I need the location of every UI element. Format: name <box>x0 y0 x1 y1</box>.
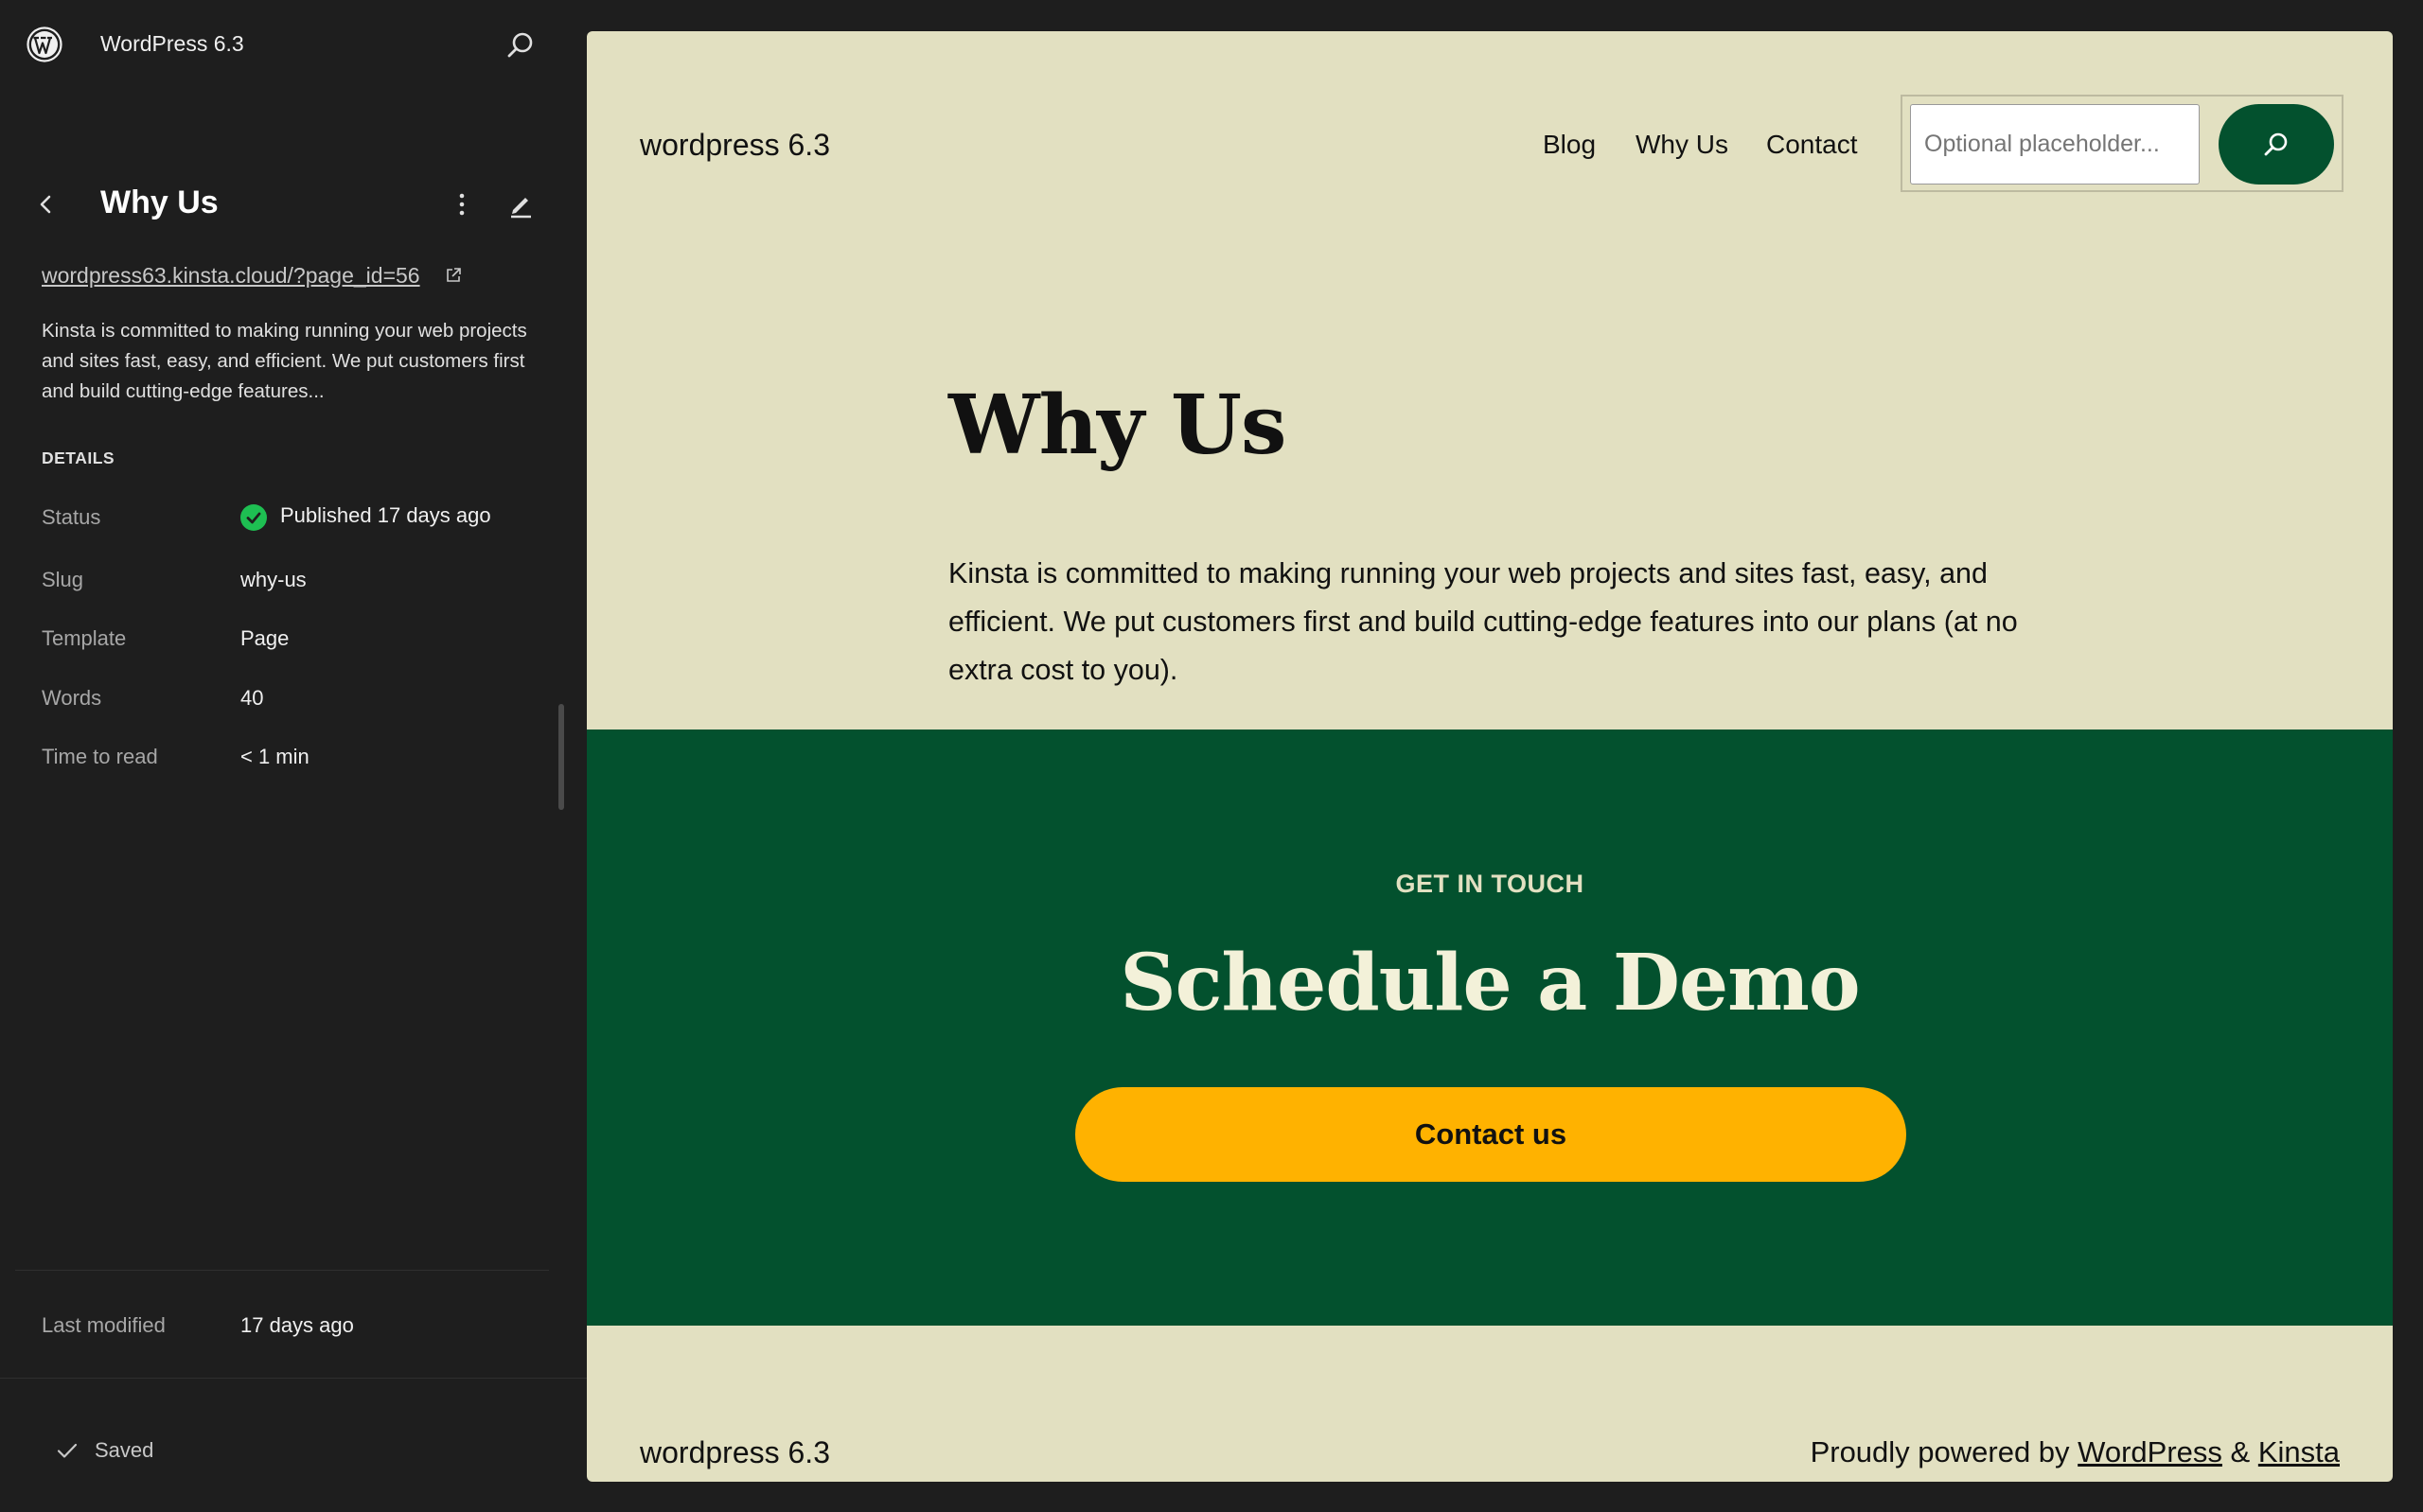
more-vertical-icon[interactable] <box>449 189 475 220</box>
detail-value: < 1 min <box>240 745 310 768</box>
detail-value: 40 <box>240 686 264 710</box>
detail-value[interactable]: why-us <box>240 568 307 592</box>
page-heading: Why Us <box>948 378 1286 473</box>
footer-site-title[interactable]: wordpress 6.3 <box>640 1435 830 1470</box>
detail-time-to-read: Time to read < 1 min <box>42 737 553 775</box>
detail-label: Slug <box>42 568 84 591</box>
detail-label: Status <box>42 505 101 529</box>
detail-label: Words <box>42 686 102 710</box>
contact-us-button[interactable]: Contact us <box>1075 1087 1906 1182</box>
detail-template: Template Page <box>42 619 553 657</box>
site-preview-canvas[interactable]: wordpress 6.3 Blog Why Us Contact Why Us… <box>587 31 2393 1482</box>
detail-status: Status Published 17 days ago <box>42 498 553 536</box>
last-modified-label: Last modified <box>42 1313 166 1337</box>
site-title[interactable]: WordPress 6.3 <box>100 31 244 57</box>
footer-credits-amp: & <box>2221 1435 2258 1468</box>
page-excerpt: Kinsta is committed to making running yo… <box>42 320 527 402</box>
chevron-left-icon[interactable] <box>32 189 59 220</box>
saved-status: Saved <box>95 1438 154 1462</box>
footer-credits-prefix: Proudly powered by <box>1810 1435 2078 1468</box>
page-permalink[interactable]: wordpress63.kinsta.cloud/?page_id=56 <box>42 263 420 289</box>
footer-credits: Proudly powered by WordPress & Kinsta <box>1811 1435 2340 1469</box>
footer-link-wordpress[interactable]: WordPress <box>2078 1435 2222 1468</box>
details-heading: DETAILS <box>42 448 115 467</box>
search-block <box>1901 95 2343 192</box>
external-link-icon[interactable] <box>445 267 462 284</box>
divider <box>15 1270 549 1271</box>
detail-label: Template <box>42 626 127 650</box>
last-modified-value: 17 days ago <box>240 1313 354 1337</box>
page-body-text: Kinsta is committed to making running yo… <box>948 557 2018 686</box>
search-input[interactable] <box>1910 104 2200 185</box>
nav-link-blog[interactable]: Blog <box>1543 130 1596 160</box>
nav-link-contact[interactable]: Contact <box>1766 130 1858 160</box>
search-icon[interactable] <box>505 30 536 61</box>
detail-value[interactable]: Page <box>240 626 289 651</box>
footer-link-kinsta[interactable]: Kinsta <box>2258 1435 2340 1468</box>
search-button[interactable] <box>2219 104 2334 185</box>
cta-kicker: GET IN TOUCH <box>1395 870 1584 898</box>
page-title: Why Us <box>100 185 219 220</box>
preview-site-title[interactable]: wordpress 6.3 <box>640 128 830 163</box>
detail-words: Words 40 <box>42 678 553 716</box>
wordpress-logo-icon[interactable] <box>27 26 62 62</box>
check-icon <box>57 1443 78 1458</box>
search-icon <box>2264 132 2288 156</box>
check-circle-icon <box>240 504 267 531</box>
detail-label: Time to read <box>42 745 158 768</box>
site-editor-sidebar: WordPress 6.3 Why Us wordpress63.kinsta.… <box>0 0 587 1512</box>
page-header: Why Us <box>0 180 587 229</box>
sidebar-scrollbar[interactable] <box>558 704 564 810</box>
detail-value[interactable]: Published 17 days ago <box>280 503 491 528</box>
pencil-icon[interactable] <box>505 189 536 220</box>
cta-title: Schedule a Demo <box>1120 938 1860 1029</box>
sidebar-topbar: WordPress 6.3 <box>0 0 587 89</box>
detail-slug: Slug why-us <box>42 560 553 598</box>
divider <box>0 1378 587 1379</box>
nav-link-why-us[interactable]: Why Us <box>1636 130 1728 160</box>
